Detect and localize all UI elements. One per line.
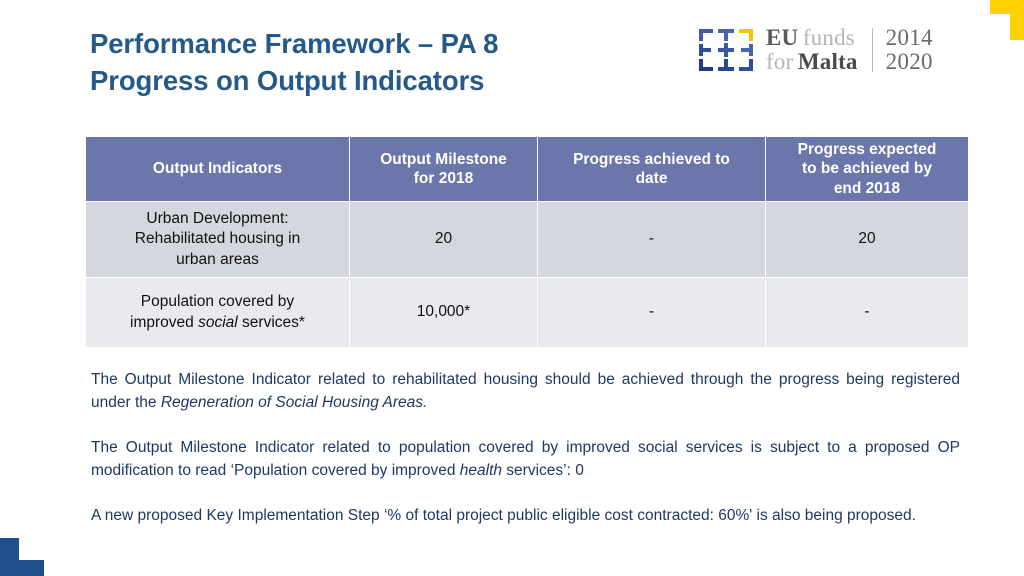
- indicator-italic: social: [198, 313, 238, 331]
- cell-progress-to-date: -: [538, 202, 765, 277]
- cell-milestone-2018: 20: [350, 202, 537, 277]
- indicator-suffix: services*: [237, 313, 305, 331]
- column-header-output-indicators: Output Indicators: [86, 137, 349, 201]
- logo-text-malta: Malta: [797, 49, 858, 74]
- column-header-line: end 2018: [833, 179, 901, 197]
- cell-progress-expected-end-2018: 20: [766, 202, 968, 277]
- output-indicators-table: Output Indicators Output Milestone for 2…: [85, 136, 969, 348]
- notes-section: The Output Milestone Indicator related t…: [91, 369, 960, 528]
- logo-divider: [871, 28, 873, 72]
- note-text-suffix: services’: 0: [502, 461, 584, 479]
- column-header-line: Output Milestone: [380, 150, 507, 168]
- cell-milestone-2018: 10,000*: [350, 278, 537, 347]
- column-header-progress-expected: Progress expected to be achieved by end …: [766, 137, 968, 201]
- logo-line-eu-funds: EU funds: [766, 26, 858, 50]
- cell-indicator-name: Urban Development: Rehabilitated housing…: [86, 202, 349, 277]
- note-social-services: The Output Milestone Indicator related t…: [91, 437, 960, 483]
- logo-year-from: 2014: [885, 25, 933, 51]
- decorative-corner-bottom-left: [0, 538, 44, 576]
- logo-text-for: for: [766, 49, 794, 74]
- table-row: Population covered by improved social ser…: [86, 278, 968, 347]
- table-row: Urban Development: Rehabilitated housing…: [86, 202, 968, 277]
- column-header-line: Progress achieved to: [573, 150, 730, 168]
- indicator-line: Urban Development:: [146, 209, 289, 227]
- column-header-line: Output Indicators: [152, 160, 283, 178]
- table-header-row: Output Indicators Output Milestone for 2…: [86, 137, 968, 201]
- note-text: A new proposed Key Implementation Step ‘…: [91, 506, 916, 524]
- note-italic: Regeneration of Social Housing Areas.: [160, 393, 428, 411]
- column-header-line: date: [635, 170, 668, 187]
- column-header-output-milestone: Output Milestone for 2018: [350, 137, 537, 201]
- indicator-line: Population covered by: [140, 292, 295, 310]
- cell-progress-to-date: -: [538, 278, 765, 347]
- column-header-progress-achieved: Progress achieved to date: [538, 137, 765, 201]
- eu-funds-grid-icon: [699, 29, 753, 71]
- note-key-implementation-step: A new proposed Key Implementation Step ‘…: [91, 505, 960, 528]
- page-title-line-2: Progress on Output Indicators: [90, 64, 485, 96]
- indicator-line: Rehabilitated housing in: [134, 230, 301, 248]
- logo-line-for-malta: for Malta: [766, 50, 858, 74]
- cell-progress-expected-end-2018: -: [766, 278, 968, 347]
- note-rehabilitated-housing: The Output Milestone Indicator related t…: [91, 369, 960, 415]
- page-title: Performance Framework – PA 8 Progress on…: [90, 26, 670, 99]
- logo-text-eu: EU: [766, 25, 799, 51]
- column-header-line: to be achieved by: [801, 160, 933, 178]
- logo-text-funds: funds: [802, 25, 855, 51]
- cell-indicator-name: Population covered by improved social ser…: [86, 278, 349, 347]
- indicator-prefix: improved: [130, 313, 199, 331]
- decorative-corner-top-right: [990, 0, 1024, 40]
- logo-wordmark: EU funds for Malta: [766, 26, 858, 74]
- page-title-line-1: Performance Framework – PA 8: [90, 28, 499, 59]
- logo-year-to: 2020: [885, 49, 933, 74]
- note-italic: health: [459, 461, 502, 479]
- column-header-line: for 2018: [413, 170, 474, 187]
- indicator-line: urban areas: [176, 250, 259, 268]
- logo-programme-period: 2014 2020: [886, 26, 933, 74]
- eu-funds-for-malta-logo: EU funds for Malta 2014 2020: [697, 26, 933, 74]
- column-header-line: Progress expected: [797, 140, 937, 158]
